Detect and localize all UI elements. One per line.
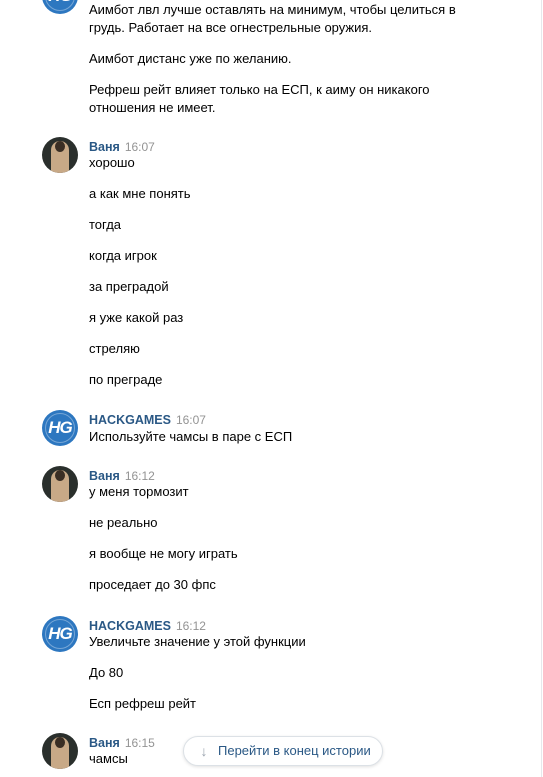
message-time[interactable]: 16:07 [125,140,155,154]
author-name[interactable]: HACKGAMES [89,413,171,427]
message-text: Используйте чамсы в паре с ЕСП [89,429,293,444]
message-time[interactable]: 16:15 [125,736,155,750]
message-text: стреляю [89,341,140,356]
message-text: Есп рефреш рейт [89,696,197,711]
hackgames-avatar[interactable]: HG [42,410,78,446]
message-time[interactable]: 16:12 [125,469,155,483]
message-time[interactable]: 16:12 [176,619,206,633]
hackgames-avatar[interactable]: HG [42,616,78,652]
user-photo-icon[interactable] [42,733,78,769]
message-time[interactable]: 16:07 [176,413,206,427]
message-text: у меня тормозит [89,484,189,499]
user-photo-icon[interactable] [42,137,78,173]
message-text: я уже какой раз [89,310,184,325]
author-name[interactable]: Ваня [89,469,120,483]
message-text: Аимбот лвл лучше оставлять на минимум, ч… [89,2,456,35]
jump-to-end-button[interactable]: ↓ Перейти в конец истории [183,736,383,766]
message-header: Ваня 16:07 [89,139,155,155]
message-text: когда игрок [89,248,157,263]
message-text: я вообще не могу играть [89,546,238,561]
message-header: HACKGAMES 16:07 [89,412,206,428]
message-header: HACKGAMES 16:12 [89,618,206,634]
message-text: а как мне понять [89,186,191,201]
panel-divider [541,0,542,777]
message-history[interactable]: HG Аимбот лвл лучше оставлять на минимум… [0,0,543,777]
hackgames-avatar[interactable]: HG [42,0,78,14]
author-name[interactable]: HACKGAMES [89,619,171,633]
message-text: До 80 [89,665,124,680]
message-text: Рефреш рейт влияет только на ЕСП, к аиму… [89,82,430,115]
author-name[interactable]: Ваня [89,140,120,154]
author-name[interactable]: Ваня [89,736,120,750]
hackgames-logo-icon: HG [48,624,73,643]
hackgames-logo-icon: HG [48,418,73,437]
message-header: Ваня 16:12 [89,468,155,484]
message-text: проседает до 30 фпс [89,577,216,592]
message-text: Увеличьте значение у этой функции [89,634,306,649]
arrow-down-icon: ↓ [200,743,208,759]
message-text: тогда [89,217,122,232]
message-text: хорошо [89,155,135,170]
message-text: Аимбот дистанс уже по желанию. [89,51,292,66]
jump-to-end-label: Перейти в конец истории [218,743,371,758]
message-text: за преградой [89,279,169,294]
message-text: не реально [89,515,158,530]
user-photo-icon[interactable] [42,466,78,502]
hackgames-logo-icon: HG [42,0,78,14]
message-text: по преграде [89,372,163,387]
message-header: Ваня 16:15 [89,735,155,751]
